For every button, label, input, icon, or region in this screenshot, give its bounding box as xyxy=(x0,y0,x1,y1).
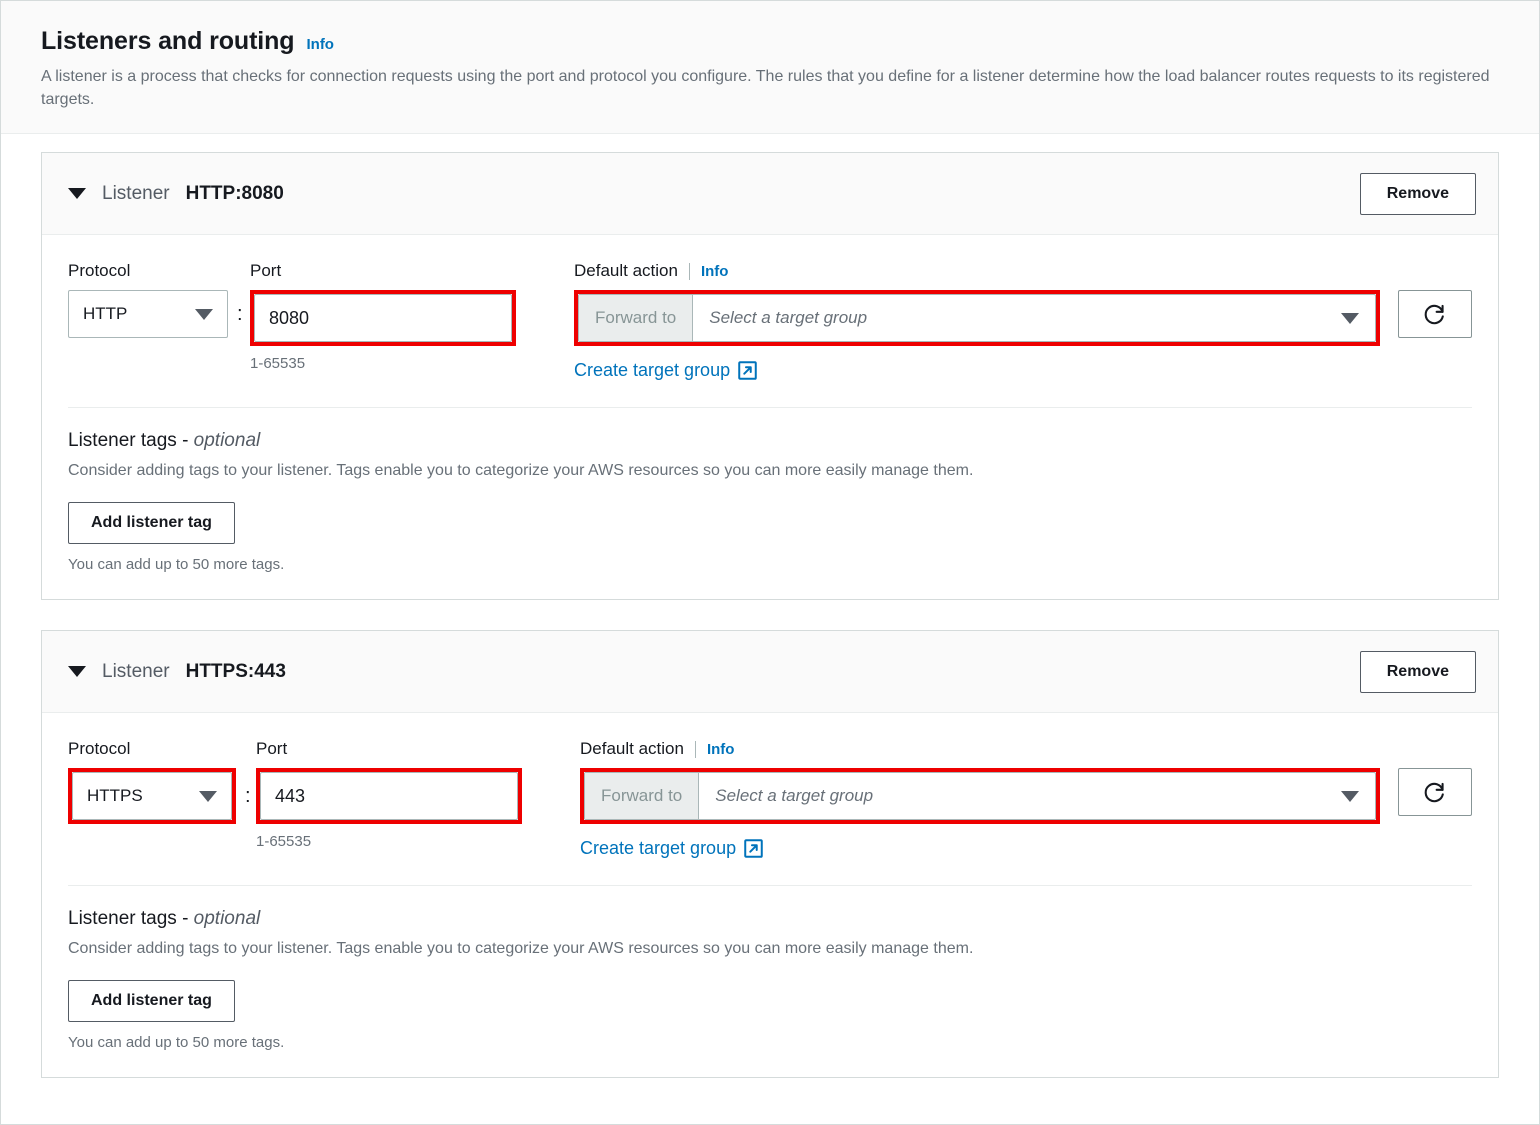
port-range-hint: 1-65535 xyxy=(256,833,312,851)
collapse-caret-icon[interactable] xyxy=(68,666,86,678)
protocol-port-separator: : xyxy=(245,785,251,808)
port-label: Port xyxy=(250,261,282,281)
port-field: Port 1-65535 xyxy=(250,261,550,372)
port-label: Port xyxy=(256,739,288,759)
create-target-group-label: Create target group xyxy=(580,838,737,859)
protocol-label: Protocol xyxy=(68,261,131,281)
listener-card-body: Protocol HTTPS : Port 443 1-65535 Defaul… xyxy=(42,713,1498,1077)
protocol-annotation-box: HTTPS xyxy=(68,768,236,825)
protocol-field: Protocol HTTPS : xyxy=(68,739,268,825)
add-listener-tag-button[interactable]: Add listener tag xyxy=(68,502,235,545)
page-title: Listeners and routing xyxy=(41,27,295,55)
listener-fields-row: Protocol HTTP : Port 8080 1-65535 Defaul… xyxy=(68,261,1472,381)
listener-name: HTTP:8080 xyxy=(185,182,284,204)
listener-name: HTTPS:443 xyxy=(185,660,286,682)
listener-tags-description: Consider adding tags to your listener. T… xyxy=(68,462,974,480)
protocol-field: Protocol HTTP : xyxy=(68,261,268,339)
protocol-select[interactable]: HTTP xyxy=(68,290,228,339)
forward-to-tag: Forward to xyxy=(585,773,700,820)
remove-listener-button[interactable]: Remove xyxy=(1359,650,1476,693)
forward-to-combo: Forward to Select a target group xyxy=(578,294,1376,343)
default-action-controls: Forward to Select a target group xyxy=(574,290,1472,347)
label-divider xyxy=(694,740,696,758)
chevron-down-icon xyxy=(195,308,213,320)
section-info-link[interactable]: Info xyxy=(306,36,334,53)
listener-tags-section: Listener tags - optional Consider adding… xyxy=(68,408,1472,599)
default-action-label-row: Default action Info xyxy=(580,739,1472,759)
create-target-group-label: Create target group xyxy=(574,360,731,381)
protocol-select[interactable]: HTTPS xyxy=(72,772,232,821)
default-action-annotation-box: Forward to Select a target group xyxy=(574,290,1380,347)
section-header: Listeners and routing Info A listener is… xyxy=(1,1,1539,135)
default-action-info-link[interactable]: Info xyxy=(701,263,729,280)
listener-tags-title-text: Listener tags - xyxy=(68,430,194,452)
port-input[interactable] xyxy=(254,294,512,343)
default-action-label: Default action xyxy=(580,739,684,759)
listener-tags-title: Listener tags - optional xyxy=(68,430,1472,452)
default-action-controls: Forward to Select a target group xyxy=(580,768,1472,825)
create-target-group-link[interactable]: Create target group xyxy=(580,838,763,859)
chevron-down-icon xyxy=(199,790,217,802)
listener-tags-description: Consider adding tags to your listener. T… xyxy=(68,940,974,958)
collapse-caret-icon[interactable] xyxy=(68,188,86,200)
add-listener-tag-button[interactable]: Add listener tag xyxy=(68,980,235,1023)
section-description: A listener is a process that checks for … xyxy=(41,68,1490,109)
forward-to-combo: Forward to Select a target group xyxy=(584,772,1376,821)
external-link-icon xyxy=(744,839,763,859)
port-range-hint: 1-65535 xyxy=(250,355,306,373)
protocol-label: Protocol xyxy=(68,739,131,759)
create-target-group-link[interactable]: Create target group xyxy=(574,360,757,381)
listener-tags-note: You can add up to 50 more tags. xyxy=(68,556,285,574)
target-group-select[interactable]: Select a target group xyxy=(699,773,1375,819)
listener-card-header-left: Listener HTTP:8080 xyxy=(68,183,284,205)
target-group-placeholder: Select a target group xyxy=(709,308,868,328)
port-field: Port 1-65535 xyxy=(256,739,556,850)
protocol-value: HTTPS xyxy=(87,786,143,806)
port-annotation-box xyxy=(250,290,516,347)
default-action-annotation-box: Forward to Select a target group xyxy=(580,768,1380,825)
target-group-placeholder: Select a target group xyxy=(715,786,874,806)
listener-card-header: Listener HTTPS:443 Remove xyxy=(42,631,1498,714)
listener-tags-title: Listener tags - optional xyxy=(68,908,1472,930)
target-group-select[interactable]: Select a target group xyxy=(693,295,1375,341)
protocol-value: HTTP xyxy=(83,304,128,324)
port-input[interactable] xyxy=(260,772,518,821)
protocol-line: HTTP : xyxy=(68,290,268,339)
listener-card: Listener HTTP:8080 Remove Protocol HTTP xyxy=(41,152,1499,601)
listener-card: Listener HTTPS:443 Remove Protocol HTTPS xyxy=(41,630,1499,1079)
chevron-down-icon xyxy=(1341,312,1359,324)
remove-listener-button[interactable]: Remove xyxy=(1359,172,1476,215)
listener-card-header: Listener HTTP:8080 Remove xyxy=(42,153,1498,236)
default-action-label: Default action xyxy=(574,261,678,281)
listener-tags-optional: optional xyxy=(193,908,261,930)
port-annotation-box xyxy=(256,768,522,825)
protocol-line: HTTPS : xyxy=(68,768,268,825)
listener-card-header-left: Listener HTTPS:443 xyxy=(68,661,286,683)
default-action-label-row: Default action Info xyxy=(574,261,1472,281)
listener-tags-section: Listener tags - optional Consider adding… xyxy=(68,886,1472,1077)
listener-tags-optional: optional xyxy=(193,430,261,452)
default-action-field: Default action Info Forward to Select a … xyxy=(580,739,1472,859)
label-divider xyxy=(688,262,690,280)
protocol-port-separator: : xyxy=(237,303,243,326)
listener-cards: Listener HTTP:8080 Remove Protocol HTTP xyxy=(1,134,1539,1079)
forward-to-tag: Forward to xyxy=(579,295,694,342)
listeners-and-routing-page: Listeners and routing Info A listener is… xyxy=(0,0,1540,1125)
refresh-target-groups-button[interactable] xyxy=(1398,290,1472,339)
refresh-icon xyxy=(1424,783,1444,803)
chevron-down-icon xyxy=(1341,790,1359,802)
external-link-icon xyxy=(738,361,757,381)
section-title-row: Listeners and routing Info xyxy=(41,27,1499,56)
listener-tags-title-text: Listener tags - xyxy=(68,908,194,930)
listener-fields-row: Protocol HTTPS : Port 443 1-65535 Defaul… xyxy=(68,739,1472,859)
listener-card-body: Protocol HTTP : Port 8080 1-65535 Defaul… xyxy=(42,235,1498,599)
default-action-field: Default action Info Forward to Select a … xyxy=(574,261,1472,381)
listener-tags-note: You can add up to 50 more tags. xyxy=(68,1034,285,1052)
refresh-target-groups-button[interactable] xyxy=(1398,768,1472,817)
listener-label: Listener xyxy=(102,182,170,204)
listener-label: Listener xyxy=(102,660,170,682)
default-action-info-link[interactable]: Info xyxy=(707,741,735,758)
refresh-icon xyxy=(1424,305,1444,325)
